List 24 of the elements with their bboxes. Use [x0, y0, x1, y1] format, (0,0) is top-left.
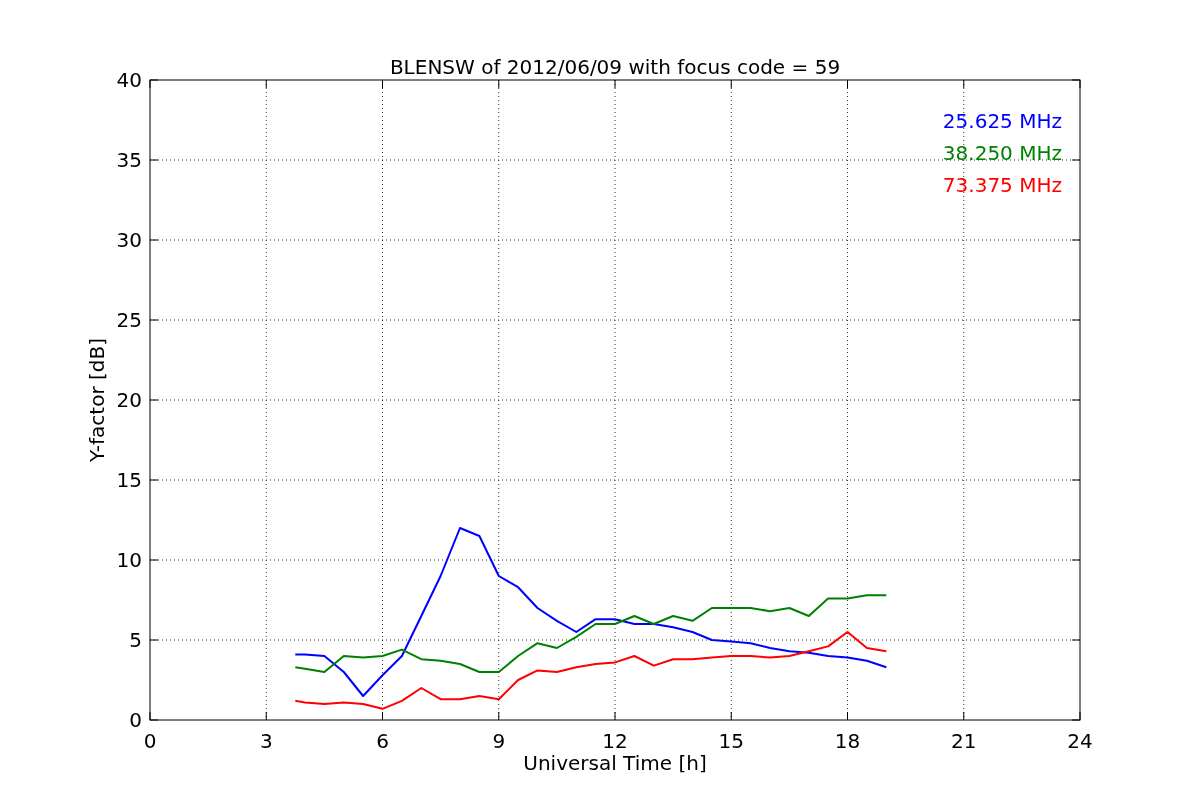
- y-tick-label: 25: [116, 308, 142, 332]
- x-axis-label: Universal Time [h]: [523, 751, 707, 775]
- x-tick-label: 6: [376, 729, 389, 753]
- chart-title: BLENSW of 2012/06/09 with focus code = 59: [389, 55, 841, 79]
- x-tick-label: 24: [1067, 729, 1093, 753]
- x-tick-label: 12: [602, 729, 628, 753]
- y-tick-label: 35: [116, 148, 142, 172]
- legend-label: 73.375 MHz: [942, 173, 1062, 197]
- y-tick-label: 10: [116, 548, 142, 572]
- x-tick-label: 21: [951, 729, 977, 753]
- y-tick-label: 15: [116, 468, 142, 492]
- y-axis-label: Y-factor [dB]: [85, 338, 109, 462]
- legend-label: 38.250 MHz: [942, 141, 1062, 165]
- y-tick-label: 0: [129, 708, 142, 732]
- x-tick-label: 15: [718, 729, 744, 753]
- y-tick-label: 20: [116, 388, 142, 412]
- x-tick-label: 3: [259, 729, 273, 753]
- x-tick-label: 9: [492, 729, 506, 753]
- x-tick-label: 0: [143, 729, 157, 753]
- y-tick-label: 5: [129, 628, 142, 652]
- legend-label: 25.625 MHz: [942, 109, 1062, 133]
- x-tick-label: 18: [834, 729, 861, 753]
- y-tick-label: 30: [116, 228, 142, 252]
- y-tick-label: 40: [116, 68, 142, 92]
